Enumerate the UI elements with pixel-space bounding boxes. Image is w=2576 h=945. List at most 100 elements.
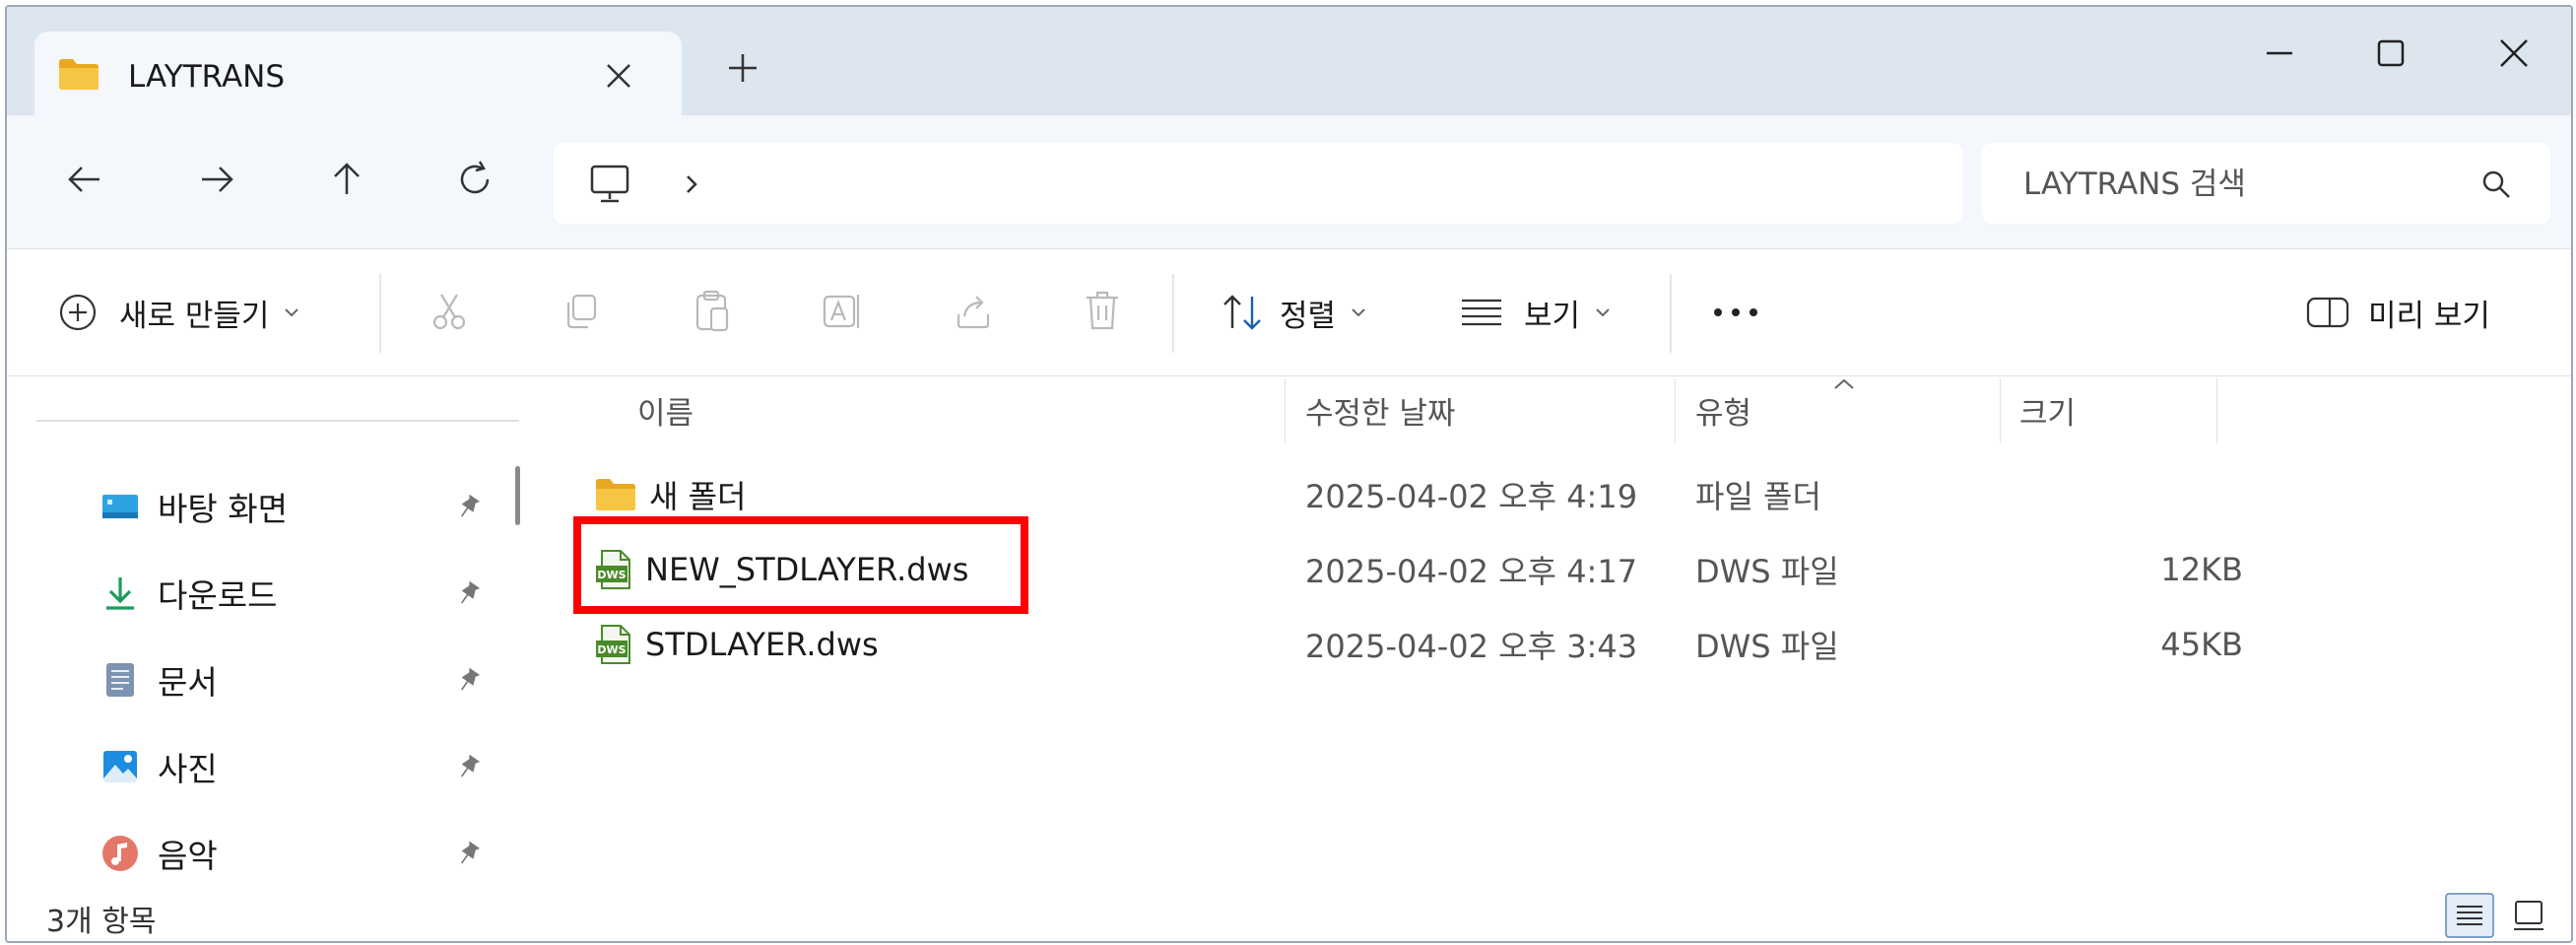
navigation-bar: [7, 115, 2571, 248]
file-date: 2025-04-02 오후 4:19: [1305, 478, 1638, 515]
toolbar-divider: [1172, 274, 1174, 353]
sidebar-item-label: 음악: [158, 837, 218, 875]
close-tab-icon[interactable]: [604, 61, 633, 91]
view-button[interactable]: 보기: [1459, 249, 1612, 375]
file-type: DWS 파일: [1695, 628, 1839, 665]
file-name-cell[interactable]: 새 폴더: [594, 460, 747, 529]
preview-pane-icon: [2306, 297, 2349, 328]
file-row[interactable]: 새 폴더 2025-04-02 오후 4:19 파일 폴더: [539, 460, 2568, 529]
forward-icon[interactable]: [194, 157, 239, 202]
chevron-right-icon[interactable]: [682, 172, 701, 196]
column-divider[interactable]: [1285, 378, 1286, 443]
share-icon[interactable]: [953, 291, 994, 332]
column-divider[interactable]: [2216, 378, 2217, 443]
column-header-size[interactable]: 크기: [2019, 376, 2076, 443]
svg-text:DWS: DWS: [597, 569, 626, 581]
cut-icon[interactable]: [429, 291, 470, 332]
new-button-label: 새로 만들기: [119, 298, 270, 334]
more-options-button[interactable]: [1711, 249, 1760, 375]
file-list: 이름 수정한 날짜 유형 크기 새 폴더 2025-04-02 오후 4:19 …: [539, 376, 2571, 887]
file-date: 2025-04-02 오후 4:17: [1305, 553, 1638, 590]
up-icon[interactable]: [324, 157, 369, 202]
sidebar-item-label: 사진: [158, 750, 218, 788]
search-icon[interactable]: [2479, 168, 2513, 201]
toolbar-divider: [379, 274, 381, 353]
this-pc-icon[interactable]: [588, 164, 631, 205]
sidebar-item-downloads[interactable]: 다운로드: [100, 564, 504, 623]
file-name: STDLAYER.dws: [645, 626, 879, 663]
tab-title: LAYTRANS: [128, 59, 286, 95]
refresh-icon[interactable]: [452, 157, 497, 202]
status-bar: 3개 항목: [7, 887, 2571, 941]
svg-text:DWS: DWS: [597, 643, 626, 656]
sidebar-divider: [36, 420, 519, 422]
pin-icon[interactable]: [455, 668, 481, 694]
sort-ascending-icon: [1834, 378, 1854, 389]
close-window-icon[interactable]: [2489, 29, 2539, 78]
sort-button-label: 정렬: [1280, 298, 1337, 334]
tab-laytrans[interactable]: LAYTRANS: [34, 32, 682, 120]
sidebar-item-desktop[interactable]: 바탕 화면: [100, 477, 504, 536]
file-name-cell[interactable]: DWS NEW_STDLAYER.dws: [594, 535, 968, 604]
music-icon: [102, 836, 138, 871]
file-size: [2115, 460, 2243, 529]
file-date: 2025-04-02 오후 3:43: [1305, 628, 1638, 665]
address-bar[interactable]: [554, 143, 1962, 224]
pin-icon[interactable]: [455, 842, 481, 867]
column-header-name[interactable]: 이름: [637, 376, 694, 443]
preview-button-label: 미리 보기: [2368, 298, 2490, 334]
file-name-cell[interactable]: DWS STDLAYER.dws: [594, 610, 879, 679]
view-list-icon: [1462, 299, 1501, 326]
new-tab-icon[interactable]: [723, 48, 762, 88]
download-icon: [106, 577, 134, 610]
search-input[interactable]: [2021, 157, 2459, 212]
file-type: DWS 파일: [1695, 553, 1839, 590]
navigation-pane: 바탕 화면 다운로드 문서 사진 음악: [7, 376, 539, 887]
search-box[interactable]: [1982, 143, 2550, 224]
dws-file-icon: DWS: [596, 625, 630, 664]
sidebar-item-music[interactable]: 음악: [100, 824, 504, 883]
maximize-icon[interactable]: [2366, 29, 2415, 78]
item-count: 3개 항목: [46, 905, 157, 939]
column-header-date[interactable]: 수정한 날짜: [1305, 376, 1455, 443]
pin-icon[interactable]: [455, 581, 481, 607]
title-bar: LAYTRANS: [7, 7, 2571, 120]
new-button[interactable]: 새로 만들기: [58, 249, 300, 375]
file-type: 파일 폴더: [1695, 478, 1821, 515]
delete-icon[interactable]: [1083, 289, 1122, 334]
chevron-down-icon: [1596, 308, 1610, 317]
sidebar-item-label: 다운로드: [158, 576, 278, 615]
column-header-type[interactable]: 유형: [1695, 376, 1751, 443]
chevron-down-icon: [285, 308, 299, 317]
pin-icon[interactable]: [455, 755, 481, 780]
column-divider[interactable]: [2000, 378, 2001, 443]
tiles-view-icon[interactable]: [2504, 893, 2553, 938]
rename-icon[interactable]: [821, 291, 864, 332]
more-icon: [1714, 308, 1757, 316]
column-divider[interactable]: [1675, 378, 1676, 443]
details-view-icon[interactable]: [2445, 893, 2494, 938]
sidebar-item-label: 문서: [158, 663, 218, 702]
preview-pane-button[interactable]: 미리 보기: [2305, 249, 2490, 375]
file-row[interactable]: DWS STDLAYER.dws 2025-04-02 오후 3:43 DWS …: [539, 610, 2568, 679]
pin-icon[interactable]: [455, 495, 481, 520]
pictures-icon: [103, 751, 137, 782]
file-size: 12KB: [2160, 551, 2243, 588]
dws-file-icon: DWS: [596, 550, 630, 589]
sort-button[interactable]: 정렬: [1221, 249, 1367, 375]
toolbar-divider: [1670, 274, 1672, 353]
file-name: NEW_STDLAYER.dws: [645, 551, 969, 588]
paste-icon[interactable]: [692, 289, 733, 334]
file-row[interactable]: DWS NEW_STDLAYER.dws 2025-04-02 오후 4:17 …: [539, 535, 2568, 604]
sidebar-item-documents[interactable]: 문서: [100, 650, 504, 709]
minimize-icon[interactable]: [2255, 29, 2304, 78]
file-name: 새 폴더: [649, 478, 747, 515]
folder-icon: [59, 59, 99, 90]
back-icon[interactable]: [62, 157, 107, 202]
copy-icon[interactable]: [561, 291, 602, 332]
sidebar-scrollbar[interactable]: [515, 466, 520, 525]
folder-icon: [596, 479, 635, 510]
sort-icon: [1223, 295, 1261, 330]
sidebar-item-pictures[interactable]: 사진: [100, 737, 504, 796]
sidebar-item-label: 바탕 화면: [158, 490, 288, 528]
